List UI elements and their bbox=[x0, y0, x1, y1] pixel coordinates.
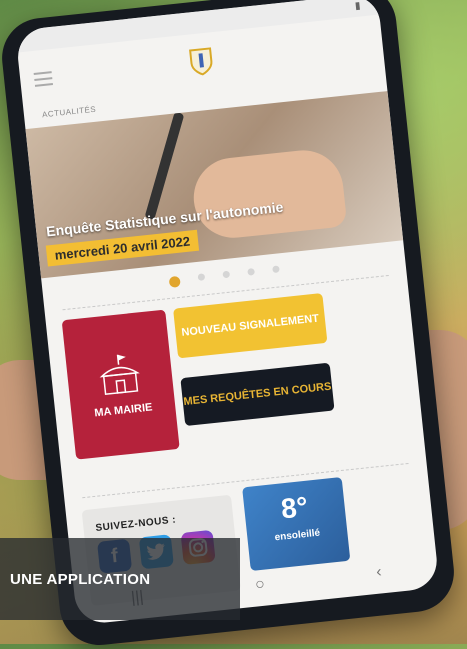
news-carousel-slide[interactable]: Enquête Statistique sur l'autonomie merc… bbox=[25, 91, 404, 279]
town-logo-icon bbox=[189, 47, 213, 76]
mes-requetes-button[interactable]: MES REQUÊTES EN COURS bbox=[180, 362, 335, 427]
menu-icon[interactable] bbox=[33, 67, 54, 91]
signalement-label: NOUVEAU SIGNALEMENT bbox=[180, 312, 320, 339]
carousel-dot-1[interactable] bbox=[168, 275, 181, 288]
ma-mairie-button[interactable]: MA MAIRIE bbox=[61, 309, 180, 460]
carousel-dot-2[interactable] bbox=[197, 273, 205, 281]
caption-overlay: UNE APPLICATION bbox=[0, 538, 240, 620]
battery-icon: ▮ bbox=[354, 0, 361, 12]
phone-screen: ▮ ACTUALITÉS Enquête Statistique sur l'a… bbox=[15, 0, 440, 626]
slide-photo-hand bbox=[189, 146, 348, 242]
action-tiles: MA MAIRIE NOUVEAU SIGNALEMENT MES REQUÊT… bbox=[61, 286, 410, 488]
weather-widget[interactable]: 8° ensoleillé bbox=[242, 477, 351, 572]
weather-description: ensoleillé bbox=[274, 527, 321, 544]
slide-photo-pen bbox=[144, 111, 185, 221]
overlay-caption: UNE APPLICATION bbox=[10, 570, 151, 588]
home-button[interactable]: ○ bbox=[254, 576, 266, 595]
ma-mairie-label: MA MAIRIE bbox=[93, 401, 153, 420]
weather-temperature: 8° bbox=[279, 490, 310, 525]
carousel-dot-5[interactable] bbox=[271, 265, 280, 274]
carousel-dot-3[interactable] bbox=[221, 270, 230, 279]
requetes-label: MES REQUÊTES EN COURS bbox=[182, 380, 332, 409]
carousel-dot-4[interactable] bbox=[246, 268, 255, 276]
town-hall-icon bbox=[99, 354, 140, 396]
nouveau-signalement-button[interactable]: NOUVEAU SIGNALEMENT bbox=[173, 293, 328, 359]
back-button[interactable]: ‹ bbox=[375, 563, 382, 581]
